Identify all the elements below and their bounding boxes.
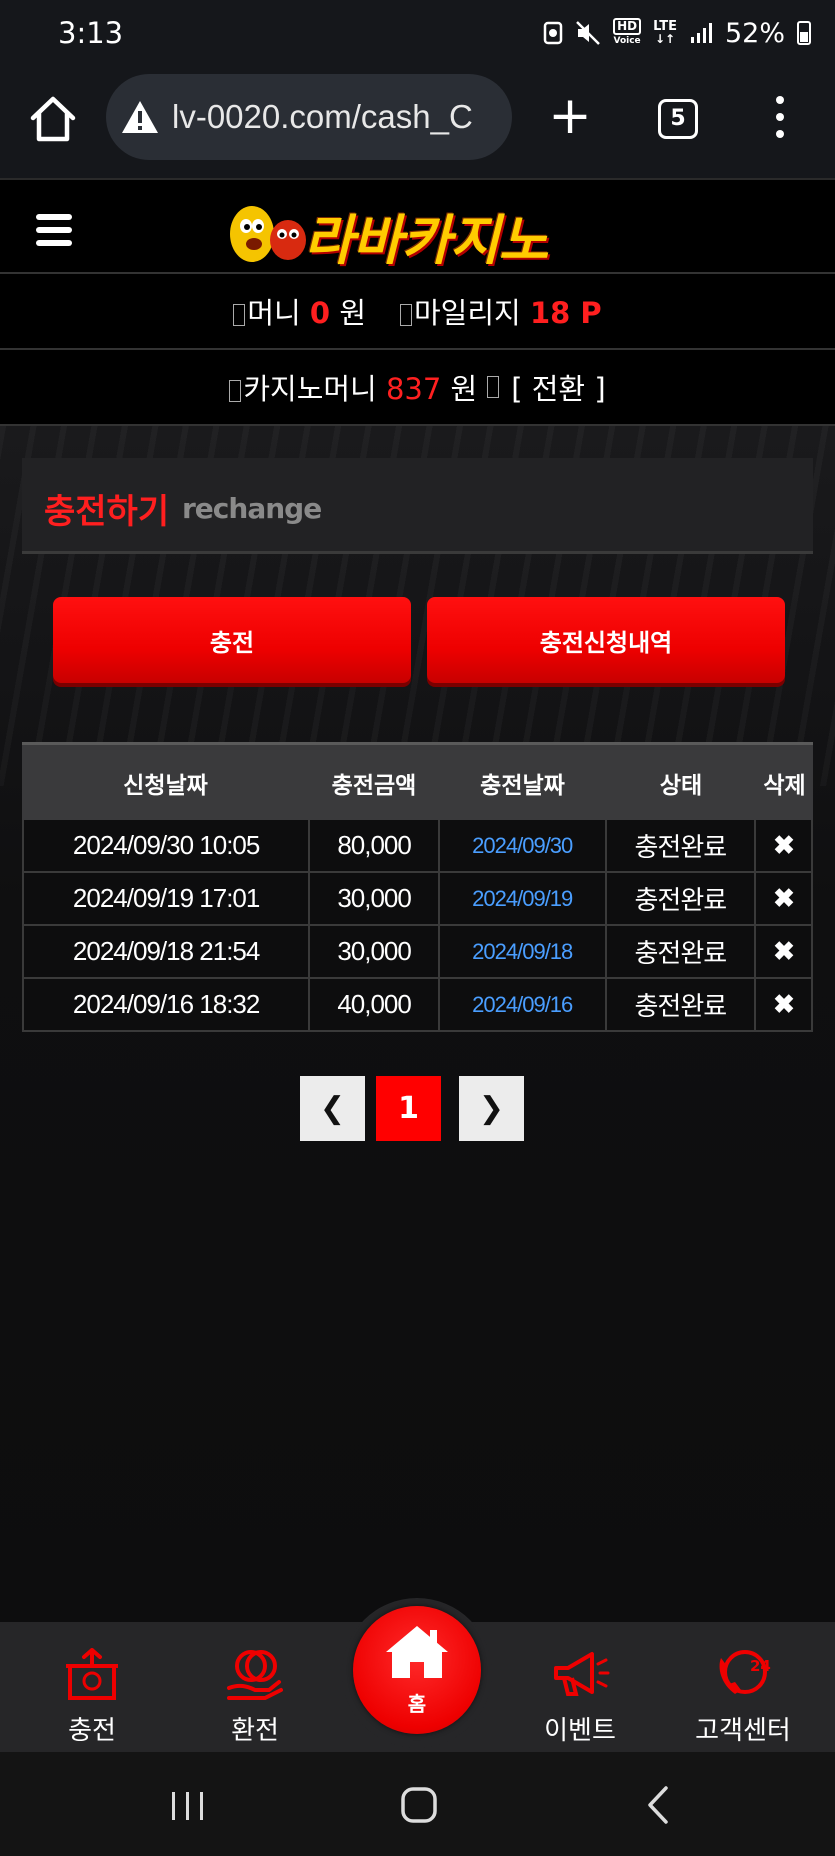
charge-box-icon [66, 1648, 118, 1700]
nav-event-label: 이벤트 [544, 1716, 616, 1746]
cell-charge-date: 2024/09/18 [440, 926, 607, 977]
delete-icon[interactable]: ✖ [756, 979, 813, 1030]
hamburger-menu-icon[interactable] [36, 214, 72, 246]
system-nav-bar [0, 1752, 835, 1856]
header-delete: 삭제 [763, 772, 806, 799]
browser-toolbar: lv-0020.com/cash_C + 5 [0, 66, 835, 178]
hd-voice-icon: HD Voice [613, 18, 642, 46]
table-row: 2024/09/30 10:05 80,000 2024/09/30 충전완료 … [22, 820, 813, 873]
cell-amount: 40,000 [310, 979, 440, 1030]
section-title: 충전하기 [44, 492, 170, 532]
status-bar: 3:13 HD Voice LTE ↓↑ 52% [0, 0, 835, 66]
convert-icon [487, 376, 500, 398]
mileage-info: 마일리지 18 P [400, 290, 602, 332]
support-badge: 24 [750, 1657, 771, 1675]
nav-exchange-label: 환전 [231, 1716, 279, 1746]
cell-charge-date: 2024/09/30 [440, 820, 607, 871]
header-amount: 충전금액 [331, 772, 417, 799]
nav-charge[interactable]: 충전 [22, 1622, 162, 1752]
cell-amount: 80,000 [310, 820, 440, 871]
header-status: 상태 [659, 772, 703, 799]
cell-status: 충전완료 [607, 926, 757, 977]
money-icon [233, 304, 246, 326]
status-time: 3:13 [58, 16, 124, 50]
nav-charge-label: 충전 [68, 1716, 116, 1746]
cell-request-date: 2024/09/30 10:05 [24, 820, 311, 871]
url-text[interactable]: lv-0020.com/cash_C [172, 98, 473, 136]
cell-status: 충전완료 [607, 979, 757, 1030]
next-page-button[interactable]: ❯ [459, 1076, 524, 1141]
delete-icon[interactable]: ✖ [756, 873, 813, 924]
cell-amount: 30,000 [310, 926, 440, 977]
money-info: 머니 0 원 [233, 290, 366, 332]
charge-history-button[interactable]: 충전신청내역 [427, 597, 785, 683]
house-icon [386, 1626, 448, 1678]
mileage-icon [400, 304, 412, 326]
signal-icon [690, 23, 712, 43]
nav-support[interactable]: 24 고객센터 [673, 1622, 813, 1752]
home-label: 홈 [407, 1692, 427, 1716]
balance-row: 머니 0 원 마일리지 18 P [0, 274, 835, 350]
home-circle-icon[interactable] [399, 1780, 439, 1830]
megaphone-icon [554, 1652, 610, 1696]
casino-money-info: 카지노머니 837 원 [229, 366, 477, 408]
recycle-notification-icon [543, 21, 563, 45]
table-row: 2024/09/16 18:32 40,000 2024/09/16 충전완료 … [22, 979, 813, 1032]
coin-hand-icon [227, 1650, 283, 1700]
section-subtitle: rechange [182, 492, 322, 525]
mute-icon [576, 21, 600, 45]
battery-percent: 52% [724, 17, 785, 49]
site-logo[interactable]: 라바카지노 [224, 190, 614, 272]
table-row: 2024/09/18 21:54 30,000 2024/09/18 충전완료 … [22, 926, 813, 979]
recent-apps-icon[interactable] [168, 1780, 208, 1830]
cell-status: 충전완료 [607, 873, 757, 924]
cell-amount: 30,000 [310, 873, 440, 924]
cell-charge-date: 2024/09/16 [440, 979, 607, 1030]
delete-icon[interactable]: ✖ [756, 926, 813, 977]
charge-history-table: 신청날짜 충전금액 충전날짜 상태 삭제 2024/09/30 10:05 80… [22, 742, 813, 1032]
casino-money-row: 카지노머니 837 원 [ 전환 ] [0, 350, 835, 426]
cell-request-date: 2024/09/18 21:54 [24, 926, 311, 977]
battery-icon [797, 21, 811, 45]
site-header: 라바카지노 [0, 178, 835, 274]
lte-icon: LTE ↓↑ [653, 19, 677, 46]
url-bar[interactable]: lv-0020.com/cash_C [106, 74, 512, 160]
page: { "status_bar": { "time": "3:13", "hd_la… [0, 0, 835, 1856]
browser-home-icon[interactable] [28, 94, 78, 144]
section-header: 충전하기 rechange [22, 458, 813, 554]
nav-exchange[interactable]: 환전 [185, 1622, 325, 1752]
logo-text: 라바카지노 [304, 209, 548, 272]
tab-count-button[interactable]: 5 [658, 99, 698, 139]
browser-menu-icon[interactable] [770, 96, 790, 142]
page-1-button[interactable]: 1 [376, 1076, 441, 1141]
table-header: 신청날짜 충전금액 충전날짜 상태 삭제 [22, 742, 813, 820]
delete-icon[interactable]: ✖ [756, 820, 813, 871]
home-button[interactable]: 홈 [353, 1606, 481, 1734]
larva-mascot-icon [230, 206, 306, 262]
new-tab-button[interactable]: + [548, 86, 592, 146]
convert-button[interactable]: [ 전환 ] [511, 366, 605, 408]
header-charge-date: 충전날짜 [480, 772, 565, 799]
casino-money-value: 837 [385, 372, 442, 406]
warning-icon[interactable] [120, 99, 160, 135]
cell-request-date: 2024/09/19 17:01 [24, 873, 311, 924]
nav-event[interactable]: 이벤트 [510, 1622, 650, 1752]
cell-charge-date: 2024/09/19 [440, 873, 607, 924]
header-request-date: 신청날짜 [123, 772, 208, 799]
nav-support-label: 고객센터 [695, 1716, 791, 1746]
table-row: 2024/09/19 17:01 30,000 2024/09/19 충전완료 … [22, 873, 813, 926]
mileage-value: 18 P [529, 296, 602, 330]
status-icons: HD Voice LTE ↓↑ 52% [543, 18, 811, 49]
charge-button[interactable]: 충전 [53, 597, 411, 683]
cell-request-date: 2024/09/16 18:32 [24, 979, 311, 1030]
back-icon[interactable] [640, 1780, 680, 1830]
cell-status: 충전완료 [607, 820, 757, 871]
money-value: 0 [309, 296, 331, 330]
prev-page-button[interactable]: ❮ [300, 1076, 365, 1141]
casino-money-icon [229, 380, 242, 402]
